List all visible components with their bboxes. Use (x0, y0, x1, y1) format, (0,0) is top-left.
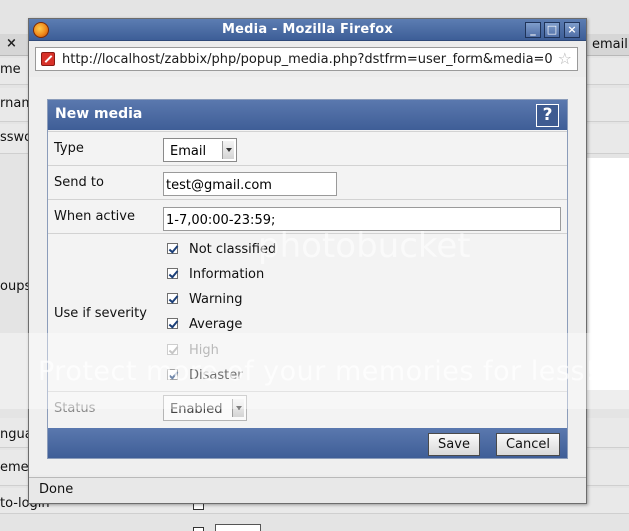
close-button[interactable]: × (564, 22, 580, 38)
popup-window: Media - Mozilla Firefox _ □ × http://loc… (28, 18, 587, 504)
background-input[interactable] (215, 524, 261, 531)
form-title: New media (55, 106, 143, 122)
type-select-value: Email (170, 144, 207, 159)
when-active-input[interactable]: 1-7,00:00-23:59; (163, 207, 561, 231)
severity-row: Use if severity Not classified Informati… (48, 233, 567, 391)
information-checkbox[interactable] (167, 268, 178, 279)
form-header: New media ? (48, 100, 567, 130)
high-label: High (189, 343, 219, 358)
cancel-button[interactable]: Cancel (496, 433, 560, 456)
information-label: Information (189, 267, 265, 282)
type-row: Type Email (48, 131, 567, 165)
status-select-value: Enabled (170, 402, 223, 417)
maximize-button[interactable]: □ (544, 22, 560, 38)
background-checkbox[interactable] (193, 527, 204, 531)
severity-label: Use if severity (54, 306, 147, 321)
send-to-label: Send to (54, 175, 104, 190)
page-content: New media ? Type Email Send to test@gmai… (29, 77, 586, 475)
form-footer: Save Cancel (48, 428, 567, 458)
help-button[interactable]: ? (536, 104, 559, 127)
when-active-label: When active (54, 209, 135, 224)
bookmark-star-icon[interactable]: ☆ (558, 49, 572, 68)
send-to-row: Send to test@gmail.com (48, 165, 567, 199)
status-bar: Done (29, 477, 586, 503)
type-select[interactable]: Email (163, 138, 237, 162)
background-close-icon[interactable]: × (6, 36, 17, 51)
url-bar[interactable]: http://localhost/zabbix/php/popup_media.… (35, 47, 578, 71)
background-row-label: eme (0, 460, 29, 475)
when-active-value: 1-7,00:00-23:59; (166, 213, 276, 228)
when-active-row: When active 1-7,00:00-23:59; (48, 199, 567, 233)
send-to-input[interactable]: test@gmail.com (163, 172, 337, 196)
background-row-label: me (0, 62, 21, 77)
window-title: Media - Mozilla Firefox (222, 22, 393, 37)
background-email-label: email (592, 37, 628, 52)
save-button[interactable]: Save (428, 433, 480, 456)
status-text: Done (39, 482, 74, 497)
not-classified-label: Not classified (189, 242, 277, 257)
status-row: Status Enabled (48, 391, 567, 428)
site-icon (41, 52, 55, 66)
average-label: Average (189, 317, 243, 332)
url-text[interactable]: http://localhost/zabbix/php/popup_media.… (62, 52, 552, 67)
warning-checkbox[interactable] (167, 293, 178, 304)
new-media-form: New media ? Type Email Send to test@gmai… (47, 99, 568, 459)
background-row-label: oups (0, 279, 32, 294)
high-checkbox[interactable] (167, 344, 178, 355)
type-label: Type (54, 141, 84, 156)
send-to-value: test@gmail.com (166, 178, 272, 193)
minimize-button[interactable]: _ (525, 22, 541, 38)
disaster-label: Disaster (189, 368, 243, 383)
chevron-down-icon (232, 399, 244, 417)
status-label: Status (54, 401, 96, 416)
status-select[interactable]: Enabled (163, 395, 247, 421)
not-classified-checkbox[interactable] (167, 243, 178, 254)
chevron-down-icon (222, 141, 234, 159)
disaster-checkbox[interactable] (167, 369, 178, 380)
warning-label: Warning (189, 292, 243, 307)
average-checkbox[interactable] (167, 318, 178, 329)
window-titlebar[interactable]: Media - Mozilla Firefox _ □ × (29, 19, 586, 41)
background-list-box (585, 158, 629, 390)
